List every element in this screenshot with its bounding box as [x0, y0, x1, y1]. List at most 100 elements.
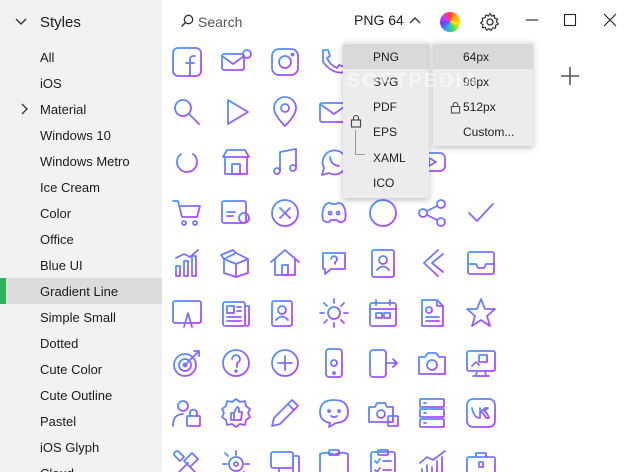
icon-tile[interactable]	[415, 396, 449, 430]
minimize-icon[interactable]	[524, 12, 540, 28]
search-input[interactable]	[198, 11, 348, 33]
sidebar-item-simple-small[interactable]: Simple Small	[0, 304, 162, 330]
add-icon-button[interactable]	[558, 64, 582, 88]
icon-tile[interactable]	[170, 145, 204, 179]
checklist-icon	[370, 448, 396, 472]
icon-tile[interactable]	[170, 45, 204, 79]
sidebar-item-all[interactable]: All	[0, 44, 162, 70]
icon-tile[interactable]	[268, 196, 302, 230]
icon-tile[interactable]	[268, 246, 302, 280]
icon-tile[interactable]	[268, 296, 302, 330]
icon-tile[interactable]	[268, 346, 302, 380]
icon-tile[interactable]	[366, 196, 400, 230]
icon-tile[interactable]	[219, 246, 253, 280]
icon-tile[interactable]	[317, 396, 351, 430]
like-badge-icon	[221, 398, 251, 429]
sidebar-item-ios-glyph[interactable]: iOS Glyph	[0, 434, 162, 460]
icon-tile[interactable]	[219, 346, 253, 380]
format-dropdown-button[interactable]: PNG 64	[354, 12, 421, 28]
icon-tile[interactable]	[415, 447, 449, 472]
icon-tile[interactable]	[415, 346, 449, 380]
sidebar-item-label: Windows Metro	[40, 153, 130, 169]
format-option-ico[interactable]: ICO	[343, 171, 429, 196]
icon-tile[interactable]	[268, 447, 302, 472]
icon-tile[interactable]	[170, 296, 204, 330]
format-option-svg[interactable]: SVG	[343, 69, 429, 94]
icon-tile[interactable]	[219, 95, 253, 129]
sidebar-item-label: Cloud	[40, 466, 74, 472]
icon-tile[interactable]	[464, 346, 498, 380]
icon-tile[interactable]	[219, 45, 253, 79]
styles-list: All iOS Material Windows 10 Windows Metro Ice…	[0, 44, 162, 472]
server-icon	[419, 398, 445, 429]
sidebar-item-label: Blue UI	[40, 257, 83, 273]
sidebar-item-gradient-line[interactable]: Gradient Line	[0, 278, 162, 304]
sidebar-item-office[interactable]: Office	[0, 226, 162, 252]
icon-tile[interactable]	[415, 246, 449, 280]
icon-tile[interactable]	[464, 447, 498, 472]
color-picker-button[interactable]	[440, 12, 460, 32]
icon-tile[interactable]	[464, 296, 498, 330]
phone-transfer-icon	[369, 349, 398, 379]
icon-tile[interactable]	[219, 396, 253, 430]
styles-header[interactable]: Styles	[0, 0, 162, 44]
icon-tile[interactable]	[317, 246, 351, 280]
sidebar-item-cloud[interactable]: Cloud	[0, 460, 162, 472]
icon-tile[interactable]	[268, 95, 302, 129]
icon-tile[interactable]	[219, 447, 253, 472]
icon-tile[interactable]	[170, 95, 204, 129]
icon-tile[interactable]	[268, 45, 302, 79]
icon-tile[interactable]	[415, 296, 449, 330]
format-option-xaml[interactable]: XAML	[343, 145, 429, 170]
icon-tile[interactable]	[366, 246, 400, 280]
icon-tile[interactable]	[317, 447, 351, 472]
icon-tile[interactable]	[219, 145, 253, 179]
sidebar-item-pastel[interactable]: Pastel	[0, 408, 162, 434]
icon-tile[interactable]	[317, 296, 351, 330]
icon-tile[interactable]	[464, 396, 498, 430]
icon-tile[interactable]	[170, 346, 204, 380]
maximize-icon[interactable]	[562, 12, 578, 28]
search-icon	[180, 14, 194, 28]
size-option-custom[interactable]: Custom...	[433, 119, 533, 144]
sidebar-item-material[interactable]: Material	[0, 96, 162, 122]
icon-tile[interactable]	[464, 196, 498, 230]
icon-tile[interactable]	[170, 196, 204, 230]
sidebar-item-dotted[interactable]: Dotted	[0, 330, 162, 356]
size-option-96px[interactable]: 96px	[433, 69, 533, 94]
icon-tile[interactable]	[170, 246, 204, 280]
sidebar-item-cute-color[interactable]: Cute Color	[0, 356, 162, 382]
format-option-pdf[interactable]: PDF	[343, 95, 429, 120]
icon-tile[interactable]	[268, 396, 302, 430]
icon-tile[interactable]	[366, 346, 400, 380]
size-option-64px[interactable]: 64px	[433, 44, 533, 69]
icon-tile[interactable]	[317, 196, 351, 230]
sidebar-item-color[interactable]: Color	[0, 200, 162, 226]
sidebar-item-blue-ui[interactable]: Blue UI	[0, 252, 162, 278]
sidebar-item-ice-cream[interactable]: Ice Cream	[0, 174, 162, 200]
share-icon	[418, 198, 446, 227]
size-option-512px[interactable]: 512px	[433, 94, 533, 119]
icon-tile[interactable]	[268, 145, 302, 179]
icon-tile[interactable]	[366, 296, 400, 330]
sidebar-item-ios[interactable]: iOS	[0, 70, 162, 96]
icon-tile[interactable]	[170, 447, 204, 472]
gear-icon[interactable]	[480, 12, 500, 32]
icon-tile[interactable]	[366, 396, 400, 430]
icon-tile[interactable]	[464, 246, 498, 280]
sidebar-item-windows-10[interactable]: Windows 10	[0, 122, 162, 148]
icon-tile[interactable]	[317, 346, 351, 380]
icon-tile[interactable]	[415, 196, 449, 230]
icon-tile[interactable]	[219, 196, 253, 230]
format-option-eps[interactable]: EPS	[343, 120, 429, 145]
icon-tile[interactable]	[366, 447, 400, 472]
icon-tile[interactable]	[170, 396, 204, 430]
sidebar-item-windows-metro[interactable]: Windows Metro	[0, 148, 162, 174]
close-icon[interactable]	[602, 12, 618, 28]
icon-tile[interactable]	[219, 296, 253, 330]
id-badge-icon	[371, 248, 395, 278]
format-option-png[interactable]: PNG	[343, 44, 429, 69]
cancel-icon	[271, 198, 299, 227]
sidebar-item-cute-outline[interactable]: Cute Outline	[0, 382, 162, 408]
document-icon	[421, 299, 444, 327]
